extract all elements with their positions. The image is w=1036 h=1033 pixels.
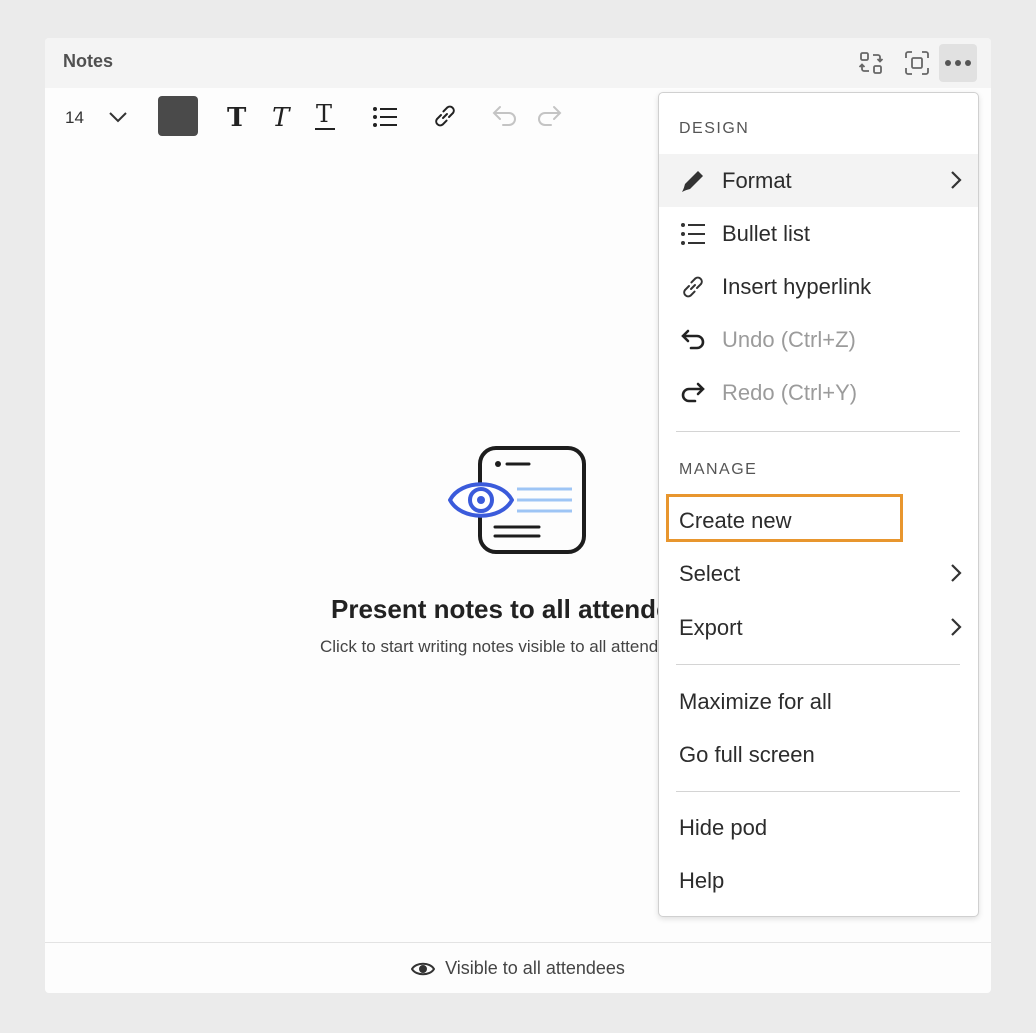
link-icon [683, 276, 703, 298]
chevron-right-icon [951, 171, 962, 189]
more-options-button[interactable] [939, 44, 977, 82]
chevron-down-icon [109, 112, 127, 123]
redo-icon [681, 382, 705, 403]
link-icon [435, 105, 455, 127]
eye-icon [411, 962, 436, 975]
undo-button[interactable] [490, 102, 520, 130]
visibility-status: Visible to all attendees [445, 958, 625, 978]
text-color-swatch[interactable] [158, 96, 198, 136]
italic-icon: T [272, 103, 291, 129]
menu-item-hide-pod[interactable]: Hide pod [659, 801, 978, 854]
swap-pod-button[interactable] [852, 44, 890, 82]
menu-section-manage: MANAGE [679, 461, 758, 478]
font-size-value: 14 [65, 108, 84, 127]
menu-item-label: Export [679, 615, 743, 640]
menu-item-go-full-screen[interactable]: Go full screen [659, 728, 978, 781]
menu-item-label: Select [679, 561, 741, 586]
menu-item-undo[interactable]: Undo (Ctrl+Z) [659, 313, 978, 366]
menu-item-label: Go full screen [679, 742, 815, 767]
swap-icon [858, 52, 884, 74]
bullet-list-icon [681, 223, 705, 245]
menu-item-label: Redo (Ctrl+Y) [722, 380, 858, 405]
bold-button[interactable]: T [222, 100, 252, 132]
menu-divider [676, 791, 960, 792]
menu-divider [676, 431, 960, 432]
pencil-icon [682, 171, 703, 192]
chevron-right-icon [951, 618, 962, 636]
notes-illustration-icon [448, 446, 586, 554]
menu-section-design: DESIGN [679, 120, 750, 137]
more-icon [945, 60, 971, 66]
menu-item-label: Hide pod [679, 815, 768, 840]
empty-state-subtitle: Click to start writing notes visible to … [320, 637, 686, 656]
undo-icon [492, 106, 516, 126]
fullscreen-button[interactable] [898, 44, 936, 82]
menu-item-maximize-for-all[interactable]: Maximize for all [659, 675, 978, 728]
menu-divider [676, 664, 960, 665]
menu-item-label: Help [679, 868, 725, 893]
chevron-right-icon [951, 564, 962, 582]
menu-item-bullet-list[interactable]: Bullet list [659, 207, 978, 260]
redo-button[interactable] [534, 102, 564, 130]
undo-icon [681, 329, 705, 350]
menu-item-label: Maximize for all [679, 689, 832, 714]
menu-item-label: Insert hyperlink [722, 274, 872, 299]
create-new-highlight [666, 494, 903, 542]
pod-footer: Visible to all attendees [45, 942, 991, 994]
hyperlink-button[interactable] [430, 101, 460, 131]
menu-item-select[interactable]: Select [659, 547, 978, 600]
underline-button[interactable]: T [310, 98, 340, 134]
font-size-dropdown[interactable] [105, 105, 131, 129]
menu-item-help[interactable]: Help [659, 854, 978, 907]
menu-item-format[interactable]: Format [659, 154, 978, 207]
menu-item-label: Format [722, 168, 792, 193]
bullet-list-button[interactable] [370, 102, 400, 132]
italic-button[interactable]: T [266, 100, 296, 132]
menu-item-export[interactable]: Export [659, 601, 978, 654]
menu-item-redo[interactable]: Redo (Ctrl+Y) [659, 366, 978, 419]
menu-item-label: Undo (Ctrl+Z) [722, 327, 856, 352]
svg-text:T: T [227, 103, 247, 129]
redo-icon [538, 106, 562, 126]
empty-state-title: Present notes to all attendees [331, 594, 700, 624]
fullscreen-icon [905, 51, 929, 75]
pod-title: Notes [63, 51, 114, 71]
svg-text:T: T [316, 100, 332, 128]
menu-item-insert-hyperlink[interactable]: Insert hyperlink [659, 260, 978, 313]
menu-item-label: Bullet list [722, 221, 811, 246]
bullet-list-icon [373, 107, 397, 127]
pod-header: Notes [45, 38, 991, 88]
svg-text:T: T [272, 103, 291, 129]
underline-icon: T [315, 100, 335, 130]
bold-icon: T [227, 103, 247, 129]
